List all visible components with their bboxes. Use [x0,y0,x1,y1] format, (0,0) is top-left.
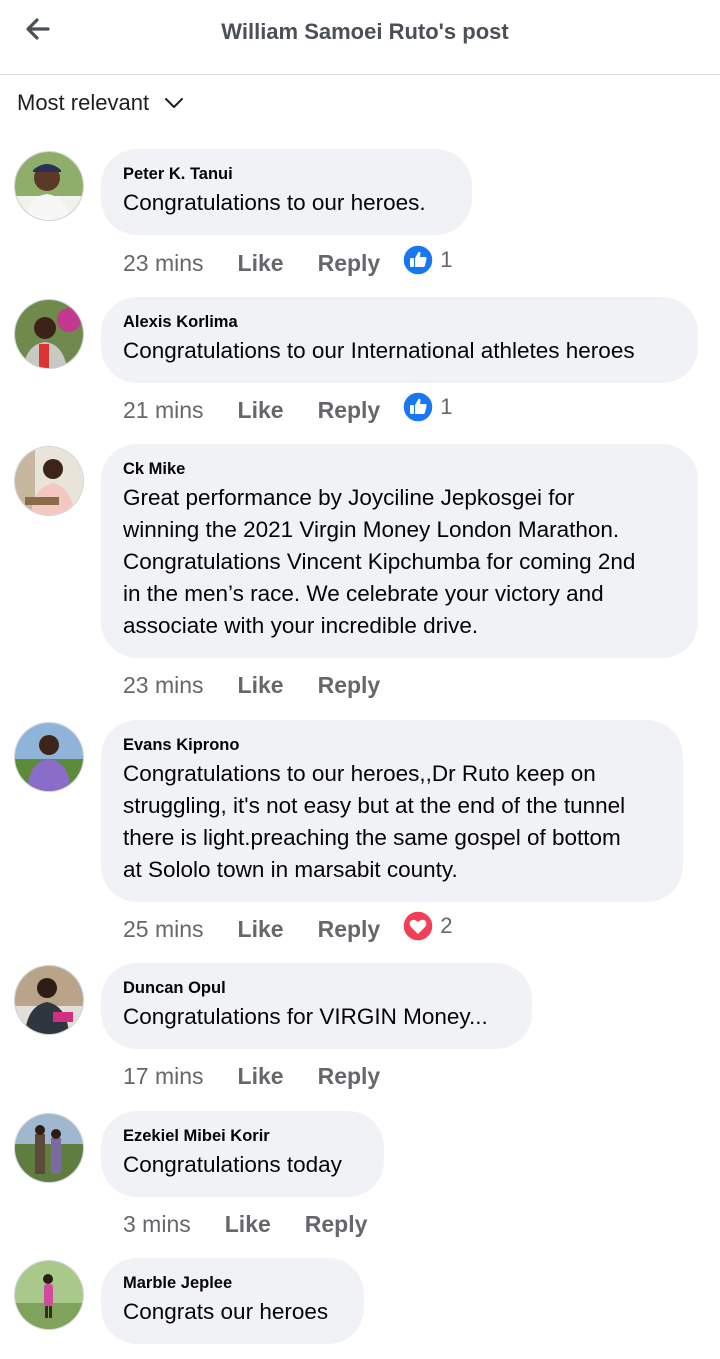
like-button[interactable]: Like [238,916,284,943]
reply-button[interactable]: Reply [318,916,381,943]
avatar[interactable] [15,1261,83,1329]
comment-bubble: Evans Kiprono Congratulations to our her… [101,720,683,902]
comment-actions: 3 mins Like Reply [123,1208,367,1240]
comment-bubble: Alexis Korlima Congratulations to our In… [101,297,698,383]
reply-button[interactable]: Reply [318,250,381,277]
reaction-summary[interactable]: 1 [402,391,452,423]
comment-text: Congratulations to our heroes,,Dr Ruto k… [123,761,626,882]
reaction-count: 1 [440,247,453,272]
comment-actions: 21 mins Like Reply 1 [123,391,452,426]
like-button[interactable]: Like [225,1211,271,1238]
reaction-summary[interactable]: 2 [402,910,452,942]
comment-text: Congratulations for VIRGIN Money... [123,1004,488,1029]
comment-time[interactable]: 23 mins [123,250,204,277]
like-button[interactable]: Like [238,250,284,277]
avatar[interactable] [15,966,83,1034]
comment-author[interactable]: Ck Mike [123,458,676,480]
comment-bubble: Duncan Opul Congratulations for VIRGIN M… [101,963,532,1049]
comment-bubble: Ck Mike Great performance by Joyciline J… [101,444,698,658]
reply-button[interactable]: Reply [318,397,381,424]
comment-author[interactable]: Peter K. Tanui [123,163,450,185]
top-bar: William Samoei Ruto's post [0,0,720,75]
page-title: William Samoei Ruto's post [221,19,509,44]
comment-author[interactable]: Alexis Korlima [123,311,676,333]
sort-label: Most relevant [17,90,150,115]
comment-text: Congratulations today [123,1152,342,1177]
comment-time[interactable]: 23 mins [123,672,204,699]
comment-text: Congrats our heroes [123,1299,329,1324]
comment-author[interactable]: Duncan Opul [123,977,510,999]
comment-bubble: Marble Jeplee Congrats our heroes [101,1258,364,1344]
like-button[interactable]: Like [238,397,284,424]
reaction-count: 2 [440,913,453,938]
reply-button[interactable]: Reply [318,672,381,699]
chevron-down-icon [165,98,184,108]
comment-actions: 23 mins Like Reply 1 [123,244,452,279]
comment-actions: 23 mins Like Reply [123,669,380,701]
reaction-count: 1 [440,394,453,419]
reaction-summary[interactable]: 1 [402,244,452,276]
comment-actions: 25 mins Like Reply 2 [123,910,452,945]
like-reaction-icon [402,391,434,423]
avatar[interactable] [15,300,83,368]
comment-author[interactable]: Ezekiel Mibei Korir [123,1125,362,1147]
comment-text: Congratulations to our International ath… [123,338,635,363]
comment-author[interactable]: Evans Kiprono [123,734,661,756]
comment-text: Congratulations to our heroes. [123,190,426,215]
comment-time[interactable]: 17 mins [123,1063,204,1090]
comment-time[interactable]: 3 mins [123,1211,191,1238]
comment-bubble: Peter K. Tanui Congratulations to our he… [101,149,472,235]
reply-button[interactable]: Reply [305,1211,368,1238]
comment-text: Great performance by Joyciline Jepkosgei… [123,485,636,638]
like-reaction-icon [402,244,434,276]
avatar[interactable] [15,1114,83,1182]
reply-button[interactable]: Reply [318,1063,381,1090]
comment-time[interactable]: 25 mins [123,916,204,943]
like-button[interactable]: Like [238,672,284,699]
avatar[interactable] [15,152,83,220]
sort-dropdown[interactable]: Most relevant [17,88,185,118]
comment-author[interactable]: Marble Jeplee [123,1272,342,1294]
avatar[interactable] [15,723,83,791]
avatar[interactable] [15,447,83,515]
comment-time[interactable]: 21 mins [123,397,204,424]
comment-actions: 17 mins Like Reply [123,1060,380,1092]
heart-reaction-icon [402,910,434,942]
comment-bubble: Ezekiel Mibei Korir Congratulations toda… [101,1111,384,1197]
like-button[interactable]: Like [238,1063,284,1090]
